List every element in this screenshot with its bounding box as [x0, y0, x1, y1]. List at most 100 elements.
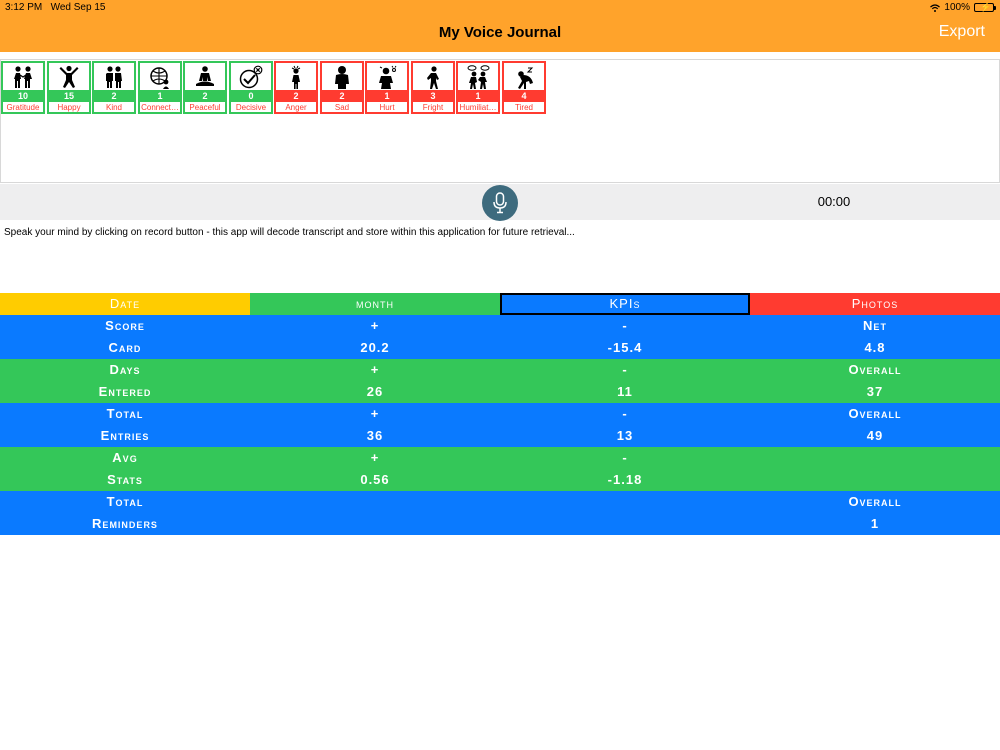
humiliated-icon: [458, 64, 498, 90]
emotion-label: Decisive: [235, 103, 267, 112]
emotion-connect[interactable]: 1 Connect…: [138, 61, 182, 114]
emotion-label: Peaceful: [189, 103, 221, 112]
emotion-label: Gratitude: [6, 103, 40, 112]
emotion-label: Sad: [334, 103, 350, 112]
emotion-label: Anger: [285, 103, 307, 112]
kpi-cell: [750, 447, 1000, 491]
kpi-cell-value: 49: [866, 428, 884, 443]
kpi-cell: - 13: [500, 403, 750, 447]
emotion-tired[interactable]: 4 Tired: [502, 61, 546, 114]
emotion-count: 10: [3, 90, 43, 102]
emotion-count: 15: [49, 90, 89, 102]
kpi-cell-label: Total: [106, 406, 144, 421]
kpi-row: Total Entries +36 - 13 Overall 49: [0, 403, 1000, 447]
emotion-count: 1: [458, 90, 498, 102]
kpi-cell-value: -15.4: [607, 340, 643, 355]
kpi-cell-label: Overall: [848, 494, 902, 509]
happy-icon: [49, 64, 89, 90]
kpi-cell-value: Entered: [98, 384, 152, 399]
emotion-gratitude[interactable]: 10 Gratitude: [1, 61, 45, 114]
emotion-peaceful[interactable]: 2 Peaceful: [183, 61, 227, 114]
battery-percent: 100%: [944, 2, 970, 13]
kpi-cell-value: -1.18: [607, 472, 643, 487]
kpi-cell: Total Reminders: [0, 491, 250, 535]
kpi-cell-label: -: [622, 406, 628, 421]
emotion-count: 4: [504, 90, 544, 102]
emotion-label: Fright: [422, 103, 444, 112]
kpi-cell: Avg Stats: [0, 447, 250, 491]
emotion-label: Humiliat…: [459, 103, 497, 112]
emotion-humiliat[interactable]: 1 Humiliat…: [456, 61, 500, 114]
kpi-row: Total Reminders Overall 1: [0, 491, 1000, 535]
kpi-tabs: Date month KPIs Photos: [0, 293, 1000, 315]
kpi-cell: Net 4.8: [750, 315, 1000, 359]
kpi-row: Avg Stats +0.56 - -1.18: [0, 447, 1000, 491]
kpi-cell-label: Overall: [848, 406, 902, 421]
kpi-cell-value: 0.56: [360, 472, 390, 487]
kpi-cell: +0.56: [250, 447, 500, 491]
kpi-cell: +20.2: [250, 315, 500, 359]
kpi-cell: +26: [250, 359, 500, 403]
emotion-count: 2: [185, 90, 225, 102]
sad-icon: [322, 64, 362, 90]
kpi-cell-label: Net: [863, 318, 887, 333]
emotion-sad[interactable]: 2 Sad: [320, 61, 364, 114]
tab-month[interactable]: month: [250, 293, 500, 315]
kpi-cell-value: Stats: [107, 472, 143, 487]
kpi-cell-value: 13: [616, 428, 634, 443]
kpi-cell-label: +: [370, 406, 380, 421]
emotion-decisive[interactable]: 0 Decisive: [229, 61, 273, 114]
emotion-kind[interactable]: 2 Kind: [92, 61, 136, 114]
emotion-count: 0: [231, 90, 271, 102]
emotion-label: Kind: [105, 103, 122, 112]
fright-icon: [413, 64, 453, 90]
export-button[interactable]: Export: [939, 23, 985, 41]
emotion-label: Tired: [515, 103, 533, 112]
kpi-cell-value: 20.2: [360, 340, 390, 355]
emotion-count: 2: [94, 90, 134, 102]
kpi-cell-label: Days: [109, 362, 141, 377]
emotion-fright[interactable]: 3 Fright: [411, 61, 455, 114]
kpi-cell: - -1.18: [500, 447, 750, 491]
decisive-icon: [231, 64, 271, 90]
emotion-label: Happy: [57, 103, 81, 112]
kpi-cell: Total Entries: [0, 403, 250, 447]
emotion-panel: 10 Gratitude 15 Happy 2 Kind 1 Connect… 2 Peacefu…: [0, 59, 1000, 183]
kpi-cell-value: 1: [870, 516, 880, 531]
kind-icon: [94, 64, 134, 90]
tab-kpis[interactable]: KPIs: [500, 293, 750, 315]
wifi-icon: [930, 3, 941, 12]
emotion-hurt[interactable]: 1 Hurt: [365, 61, 409, 114]
nav-header: 3:12 PM Wed Sep 15 100% ⚡ My Voice Journ…: [0, 0, 1000, 52]
kpi-table: Score Card +20.2 - -15.4 Net 4.8 Days Entered +26…: [0, 315, 1000, 535]
tab-date[interactable]: Date: [0, 293, 250, 315]
status-time: 3:12 PM Wed Sep 15: [5, 2, 106, 13]
kpi-cell-label: +: [370, 450, 380, 465]
emotion-happy[interactable]: 15 Happy: [47, 61, 91, 114]
kpi-cell-value: 36: [366, 428, 384, 443]
kpi-cell: Score Card: [0, 315, 250, 359]
kpi-cell-label: Avg: [112, 450, 138, 465]
kpi-cell-label: Overall: [848, 362, 902, 377]
record-bar: 00:00: [0, 184, 1000, 221]
kpi-cell-value: Entries: [100, 428, 150, 443]
kpi-cell: Overall 37: [750, 359, 1000, 403]
kpi-cell: Overall 1: [750, 491, 1000, 535]
kpi-cell-label: Total: [106, 494, 144, 509]
emotion-anger[interactable]: 2 Anger: [274, 61, 318, 114]
tab-photos[interactable]: Photos: [750, 293, 1000, 315]
kpi-cell-value: 11: [617, 384, 633, 399]
kpi-cell: +36: [250, 403, 500, 447]
emotion-count: 2: [322, 90, 362, 102]
instruction-text: Speak your mind by clicking on record bu…: [4, 227, 575, 238]
status-indicators: 100% ⚡: [930, 2, 996, 13]
emotion-count: 2: [276, 90, 316, 102]
page-title: My Voice Journal: [438, 24, 562, 41]
connected-icon: [140, 64, 180, 90]
kpi-cell-value: 37: [866, 384, 884, 399]
gratitude-icon: [3, 64, 43, 90]
emotion-count: 1: [140, 90, 180, 102]
kpi-cell: - 11: [500, 359, 750, 403]
record-button[interactable]: [482, 185, 518, 221]
emotion-label: Hurt: [379, 103, 395, 112]
